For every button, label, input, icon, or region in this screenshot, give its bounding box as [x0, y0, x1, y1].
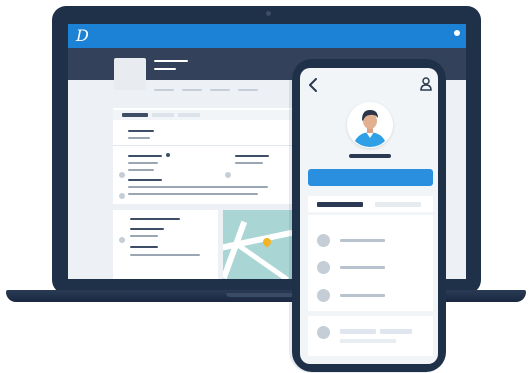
list-item-icon: [317, 261, 330, 274]
field-value-placeholder: [128, 186, 268, 188]
location-line-placeholder: [130, 246, 158, 248]
user-icon[interactable]: [420, 77, 432, 91]
field-value-placeholder: [128, 193, 258, 195]
location-line-placeholder: [130, 228, 164, 230]
app-top-bar: [68, 24, 466, 48]
header-link-placeholder[interactable]: [182, 89, 202, 91]
phone-screen: [300, 68, 438, 364]
tab-inactive[interactable]: [178, 113, 200, 117]
profile-subtitle-placeholder: [154, 68, 176, 70]
list-item-icon: [317, 289, 330, 302]
header-link-placeholder[interactable]: [238, 89, 258, 91]
list-item-placeholder[interactable]: [340, 239, 385, 242]
section-text-placeholder: [128, 137, 150, 139]
laptop-camera: [266, 11, 271, 16]
tab-inactive[interactable]: [152, 113, 174, 117]
chevron-left-icon[interactable]: [308, 78, 318, 92]
list-item-placeholder[interactable]: [340, 329, 376, 334]
list-item-icon: [317, 326, 330, 339]
list-bullet-icon: [119, 172, 125, 178]
avatar: [114, 58, 146, 90]
location-card: [113, 210, 218, 279]
map-road: [236, 243, 290, 279]
primary-action-button[interactable]: [308, 169, 433, 186]
brand-logo-icon[interactable]: D: [76, 26, 89, 46]
location-line-placeholder: [130, 235, 158, 237]
list-item-placeholder[interactable]: [380, 329, 412, 334]
list-item-placeholder: [340, 339, 396, 343]
profile-name-placeholder: [154, 60, 188, 62]
list-bullet-icon: [119, 237, 125, 243]
field-value-placeholder: [128, 169, 154, 171]
list-item-placeholder[interactable]: [340, 294, 385, 297]
field-value-placeholder: [128, 162, 158, 164]
header-link-placeholder[interactable]: [154, 89, 174, 91]
list-item-icon: [317, 234, 330, 247]
header-link-placeholder[interactable]: [210, 89, 230, 91]
status-dot-icon: [454, 30, 460, 36]
field-label-placeholder: [235, 155, 269, 157]
list-item-placeholder[interactable]: [340, 266, 385, 269]
location-line-placeholder: [130, 254, 200, 256]
profile-name-placeholder: [349, 154, 391, 158]
field-value-placeholder: [235, 162, 263, 164]
field-label-placeholder: [128, 179, 162, 181]
tab-active[interactable]: [317, 202, 363, 207]
tab-inactive[interactable]: [375, 202, 421, 207]
field-label-placeholder: [128, 155, 162, 157]
section-heading-placeholder: [128, 130, 154, 132]
list-bullet-icon: [119, 193, 125, 199]
location-heading-placeholder: [130, 218, 180, 220]
bullet-icon: [166, 153, 170, 157]
person-avatar-icon: [348, 103, 392, 147]
tab-active[interactable]: [122, 113, 148, 117]
list-bullet-icon: [225, 172, 231, 178]
